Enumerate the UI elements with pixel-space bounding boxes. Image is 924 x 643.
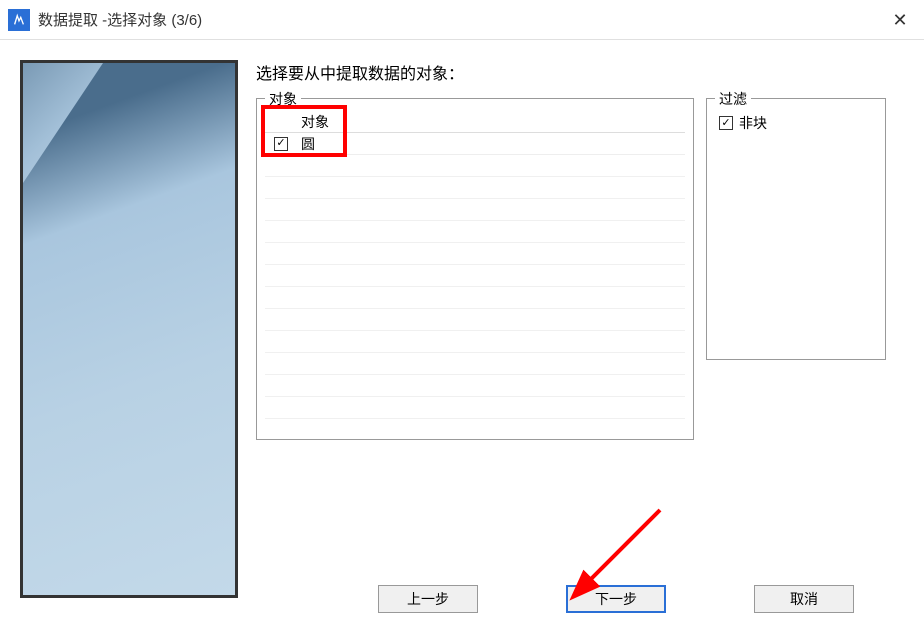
row-checkbox[interactable] bbox=[274, 137, 288, 151]
buttons-row: 上一步 下一步 取消 bbox=[260, 585, 904, 613]
row-name: 圆 bbox=[297, 134, 315, 154]
header-object-col: 对象 bbox=[297, 112, 329, 132]
close-icon: ✕ bbox=[892, 10, 907, 31]
list-row[interactable]: 圆 bbox=[265, 133, 685, 155]
filter-checkbox[interactable] bbox=[719, 116, 733, 130]
next-button[interactable]: 下一步 bbox=[566, 585, 666, 613]
window-title: 数据提取 -选择对象 (3/6) bbox=[38, 9, 202, 30]
content-area: 选择要从中提取数据的对象： 对象 对象 圆 bbox=[0, 40, 924, 643]
groups-row: 对象 对象 圆 bbox=[256, 90, 904, 440]
close-button[interactable]: ✕ bbox=[888, 8, 912, 32]
grid-lines bbox=[265, 155, 685, 431]
filter-groupbox: 过滤 非块 bbox=[706, 98, 886, 360]
list-header: 对象 bbox=[265, 111, 685, 133]
titlebar: 数据提取 -选择对象 (3/6) ✕ bbox=[0, 0, 924, 40]
app-icon bbox=[8, 9, 30, 31]
back-button[interactable]: 上一步 bbox=[378, 585, 478, 613]
preview-panel bbox=[20, 60, 238, 598]
filter-list[interactable]: 非块 bbox=[715, 111, 877, 351]
filter-group-label: 过滤 bbox=[715, 89, 751, 109]
filter-item-label: 非块 bbox=[739, 113, 767, 133]
filter-item[interactable]: 非块 bbox=[715, 111, 877, 135]
object-groupbox: 对象 对象 圆 bbox=[256, 98, 694, 440]
cancel-button[interactable]: 取消 bbox=[754, 585, 854, 613]
page-background bbox=[23, 63, 235, 595]
instruction-text: 选择要从中提取数据的对象： bbox=[256, 60, 904, 84]
right-panel: 选择要从中提取数据的对象： 对象 对象 圆 bbox=[238, 60, 904, 623]
object-group-label: 对象 bbox=[265, 89, 301, 109]
object-list[interactable]: 对象 圆 bbox=[265, 111, 685, 431]
